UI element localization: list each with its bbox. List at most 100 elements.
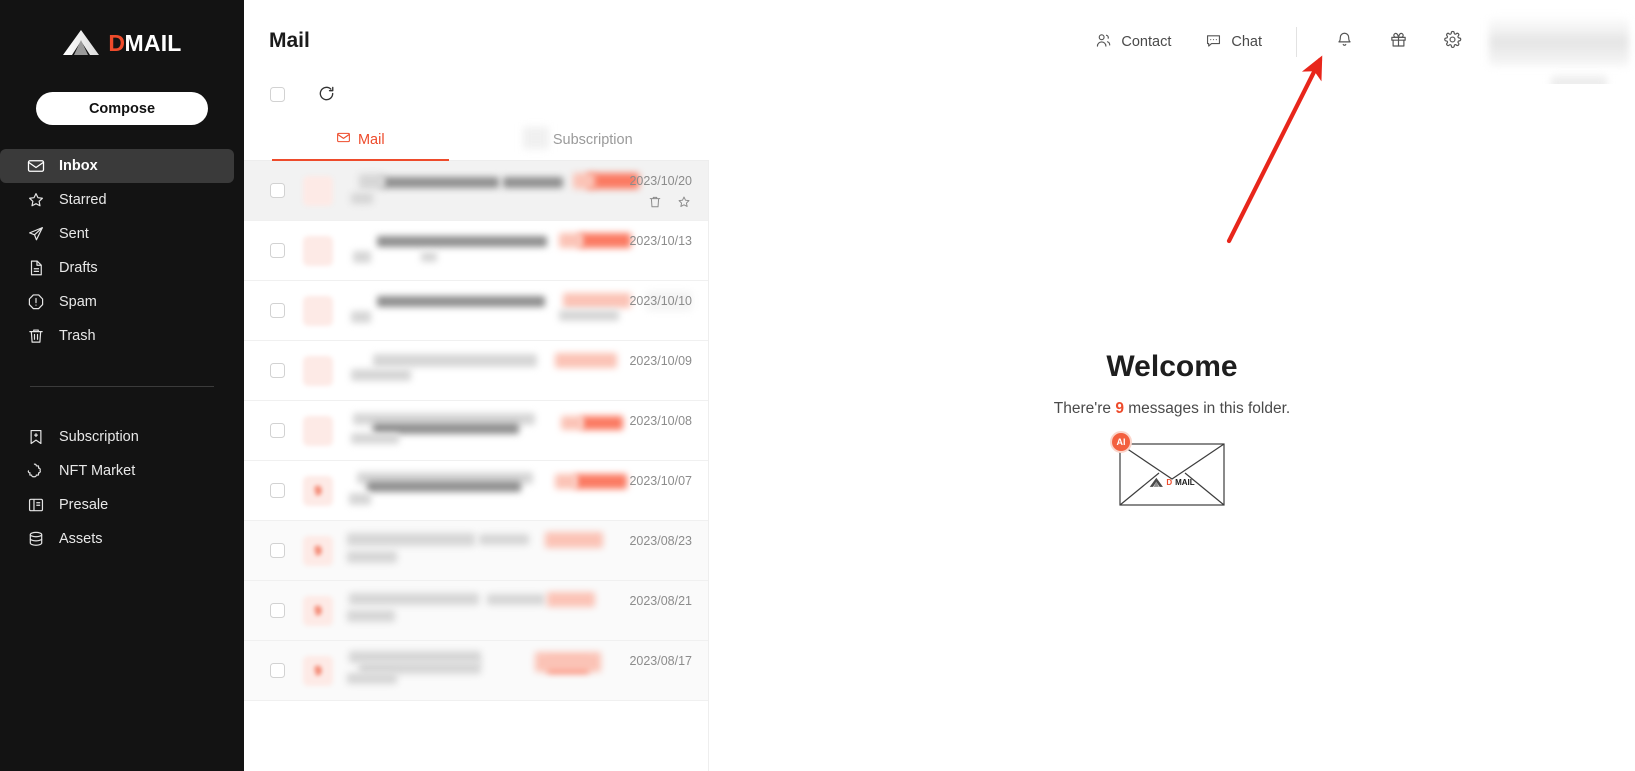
table-row[interactable]: 9 2023/10/07 (244, 461, 708, 521)
row-checkbox[interactable] (270, 303, 285, 318)
gift-button[interactable] (1381, 25, 1415, 59)
sidebar-item-assets[interactable]: Assets (0, 522, 234, 556)
ai-badge: AI (1110, 431, 1132, 453)
star-icon[interactable] (677, 195, 692, 210)
envelope-icon (336, 130, 351, 149)
sidebar-item-label: Starred (59, 192, 107, 208)
reading-pane: Welcome There're 9 messages in this fold… (709, 84, 1635, 771)
envelope-illustration-icon (1119, 443, 1225, 506)
notifications-button[interactable] (1327, 25, 1361, 59)
sidebar-item-nft-market[interactable]: NFT Market (0, 454, 234, 488)
sidebar-item-presale[interactable]: Presale (0, 488, 234, 522)
sidebar-item-label: Presale (59, 497, 108, 513)
row-date: 2023/10/13 (629, 234, 692, 248)
send-icon (26, 225, 45, 244)
toolbar-divider (1296, 27, 1297, 57)
messages-suffix: messages in this folder. (1128, 400, 1290, 417)
app-logo: DMAIL (0, 0, 244, 80)
table-row[interactable]: 2023/10/13 (244, 221, 708, 281)
contact-link[interactable]: Contact (1095, 27, 1171, 57)
sidebar-item-drafts[interactable]: Drafts (0, 251, 234, 285)
sidebar-item-starred[interactable]: Starred (0, 183, 234, 217)
sidebar-item-label: Spam (59, 294, 97, 310)
welcome-title: Welcome (1106, 350, 1237, 384)
mail-tabs: Mail Subscription (244, 119, 709, 161)
sidebar-nav: Inbox Starred Sent (0, 149, 244, 556)
refresh-button[interactable] (317, 84, 337, 104)
sidebar-item-label: Trash (59, 328, 96, 344)
avatar: 9 (303, 596, 333, 626)
tab-subscription-blur (523, 127, 549, 149)
tab-mail[interactable]: Mail (244, 119, 477, 160)
page-title: Mail (269, 29, 310, 53)
tab-mail-label: Mail (358, 132, 385, 148)
draft-icon (26, 259, 45, 278)
envelope-logo-mail: MAIL (1175, 478, 1195, 487)
sidebar-item-spam[interactable]: Spam (0, 285, 234, 319)
mail-list[interactable]: 2023/10/20 (244, 161, 709, 771)
chat-label: Chat (1231, 34, 1262, 50)
contacts-icon (1095, 32, 1112, 53)
row-checkbox[interactable] (270, 183, 285, 198)
mail-list-toolbar (244, 70, 709, 118)
delete-icon[interactable] (648, 195, 663, 210)
warning-icon (26, 293, 45, 312)
row-date: 2023/10/07 (629, 474, 692, 488)
inbox-icon (26, 157, 45, 176)
messages-count: 9 (1115, 400, 1124, 417)
sidebar-item-sent[interactable]: Sent (0, 217, 234, 251)
sidebar-item-trash[interactable]: Trash (0, 319, 234, 353)
trash-icon (26, 327, 45, 346)
welcome-subtitle: There're 9 messages in this folder. (1054, 400, 1290, 418)
messages-prefix: There're (1054, 400, 1111, 417)
sidebar-item-subscription[interactable]: Subscription (0, 420, 234, 454)
row-date: 2023/10/08 (629, 414, 692, 428)
bookmark-icon (26, 428, 45, 447)
sidebar-item-label: Subscription (59, 429, 139, 445)
row-checkbox[interactable] (270, 543, 285, 558)
table-row[interactable]: 2023/10/20 (244, 161, 708, 221)
row-checkbox[interactable] (270, 423, 285, 438)
row-date: 2023/08/17 (629, 654, 692, 668)
row-date: 2023/08/21 (629, 594, 692, 608)
table-row[interactable]: 2023/10/08 (244, 401, 708, 461)
gear-icon (1443, 30, 1462, 54)
tab-subscription[interactable]: Subscription (477, 119, 710, 160)
star-icon (26, 191, 45, 210)
settings-button[interactable] (1435, 25, 1469, 59)
row-date: 2023/10/10 (629, 294, 692, 308)
select-all-checkbox[interactable] (270, 87, 285, 102)
nav-gap (0, 353, 244, 386)
row-checkbox[interactable] (270, 243, 285, 258)
table-row[interactable]: 9 2023/08/17 (244, 641, 708, 701)
nav-gap-2 (0, 387, 244, 420)
row-checkbox[interactable] (270, 483, 285, 498)
sidebar-item-label: Sent (59, 226, 89, 242)
compose-button[interactable]: Compose (36, 92, 208, 125)
row-checkbox[interactable] (270, 363, 285, 378)
chat-link[interactable]: Chat (1205, 27, 1262, 57)
dmail-logo-icon-small (1149, 477, 1163, 488)
database-icon (26, 530, 45, 549)
bell-icon (1335, 30, 1354, 54)
avatar: 9 (303, 536, 333, 566)
avatar (303, 416, 333, 446)
row-checkbox[interactable] (270, 603, 285, 618)
sidebar: DMAIL Compose Inbox Starred (0, 0, 244, 771)
sidebar-item-inbox[interactable]: Inbox (0, 149, 234, 183)
user-profile-area[interactable] (1489, 18, 1629, 66)
avatar (303, 176, 333, 206)
table-row[interactable]: 9 2023/08/23 (244, 521, 708, 581)
table-row[interactable]: 2023/10/10 (244, 281, 708, 341)
main-area: Mail Contact (244, 0, 1635, 771)
avatar (303, 356, 333, 386)
envelope-logo-d: D (1166, 478, 1172, 487)
logo-word-mail: MAIL (125, 32, 182, 55)
table-row[interactable]: 2023/10/09 (244, 341, 708, 401)
sidebar-item-label: Assets (59, 531, 103, 547)
row-checkbox[interactable] (270, 663, 285, 678)
table-row[interactable]: 9 2023/08/21 (244, 581, 708, 641)
avatar: 9 (303, 656, 333, 686)
avatar: 9 (303, 476, 333, 506)
chat-icon (1205, 32, 1222, 53)
